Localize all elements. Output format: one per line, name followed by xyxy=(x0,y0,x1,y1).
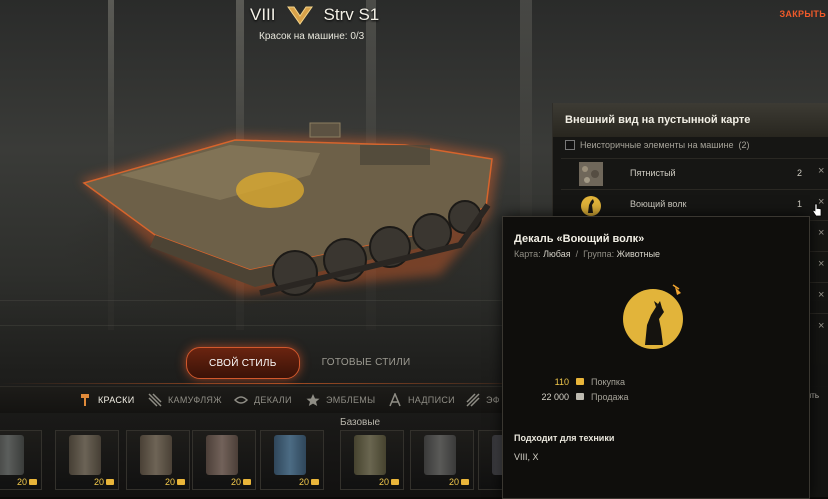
panel-title: Внешний вид на пустынной карте xyxy=(553,103,828,137)
list-item[interactable]: Пятнистый 2 × xyxy=(561,158,828,189)
paint-swatch[interactable]: 20 xyxy=(340,430,404,490)
category-label: ЭМБЛЕМЫ xyxy=(326,395,376,405)
camouflage-icon xyxy=(148,393,162,407)
paint-can-icon xyxy=(69,435,101,475)
category-emblems[interactable]: ЭМБЛЕМЫ xyxy=(306,387,375,413)
tab-own-style[interactable]: СВОЙ СТИЛЬ xyxy=(186,347,300,379)
remove-icon[interactable]: × xyxy=(818,289,824,301)
paint-swatch[interactable]: 20 xyxy=(0,430,42,490)
effects-icon xyxy=(466,393,480,407)
price-tag: 20 xyxy=(165,477,185,487)
paint-swatch[interactable]: 20 xyxy=(192,430,256,490)
paint-swatch[interactable]: 20 xyxy=(126,430,190,490)
price-tag: 20 xyxy=(231,477,251,487)
spotted-camo-icon xyxy=(579,162,603,186)
howling-wolf-icon xyxy=(623,284,683,349)
decal-tooltip: Декаль «Воющий волк» Карта: Любая / Груп… xyxy=(502,216,810,499)
howling-wolf-icon xyxy=(581,196,601,216)
buy-price: 110 xyxy=(554,377,569,387)
inscription-icon xyxy=(389,393,401,407)
category-label: КАМУФЛЯЖ xyxy=(168,395,222,405)
item-name: Воющий волк xyxy=(630,199,687,209)
tank-model[interactable] xyxy=(60,95,530,325)
credits-icon xyxy=(177,479,185,485)
hand-cursor-icon xyxy=(812,203,822,217)
silver-icon xyxy=(576,393,584,400)
fits-value: VIII, X xyxy=(514,452,539,462)
paint-swatch[interactable]: 20 xyxy=(55,430,119,490)
vehicle-title: VIII Strv S1 xyxy=(250,3,379,27)
credits-icon xyxy=(106,479,114,485)
item-count: 2 xyxy=(797,168,803,178)
premium-tier-icon xyxy=(286,6,313,25)
item-count: 1 xyxy=(797,199,803,209)
tooltip-subtitle: Карта: Любая / Группа: Животные xyxy=(514,249,661,259)
credits-icon xyxy=(311,479,319,485)
paint-can-icon xyxy=(354,435,386,475)
sell-price: 22 000 xyxy=(541,392,569,402)
credits-icon xyxy=(391,479,399,485)
decal-icon xyxy=(234,396,248,404)
glow-line xyxy=(0,383,560,384)
credits-icon xyxy=(461,479,469,485)
tooltip-title: Декаль «Воющий волк» xyxy=(514,233,645,245)
category-paints[interactable]: КРАСКИ xyxy=(78,387,134,413)
sell-price-row: 22 000 Продажа xyxy=(503,392,629,402)
remove-icon[interactable]: × xyxy=(818,227,824,239)
paint-roller-icon xyxy=(81,394,89,406)
remove-icon[interactable]: × xyxy=(818,165,824,177)
tab-ready-styles[interactable]: ГОТОВЫЕ СТИЛИ xyxy=(300,347,433,377)
category-decals[interactable]: ДЕКАЛИ xyxy=(234,387,292,413)
paint-swatch[interactable]: 20 xyxy=(410,430,474,490)
paint-swatch[interactable]: 20 xyxy=(260,430,324,490)
credits-icon xyxy=(243,479,251,485)
category-label: ЭФ xyxy=(486,395,500,405)
credits-icon xyxy=(29,479,37,485)
nonhistorical-toggle[interactable]: Неисторичные элементы на машине (2) xyxy=(565,140,750,150)
vehicle-name: Strv S1 xyxy=(323,5,380,24)
category-label: КРАСКИ xyxy=(98,395,135,405)
paint-status: Красок на машине: 0/3 xyxy=(259,31,365,42)
remove-icon[interactable]: × xyxy=(818,258,824,270)
paint-can-icon xyxy=(0,435,24,475)
category-inscriptions[interactable]: НАДПИСИ xyxy=(388,387,455,413)
paint-can-icon xyxy=(140,435,172,475)
paint-can-icon xyxy=(206,435,238,475)
price-tag: 20 xyxy=(299,477,319,487)
paint-can-icon xyxy=(424,435,456,475)
paint-can-icon xyxy=(274,435,306,475)
close-button[interactable]: ЗАКРЫТЬ xyxy=(779,9,826,19)
price-tag: 20 xyxy=(449,477,469,487)
buy-label: Покупка xyxy=(591,377,626,387)
tier-label: VIII xyxy=(250,5,276,24)
price-tag: 20 xyxy=(379,477,399,487)
buy-price-row: 110 Покупка xyxy=(503,377,625,387)
nonhistorical-count: (2) xyxy=(738,140,750,150)
category-label: НАДПИСИ xyxy=(408,395,455,405)
category-camouflage[interactable]: КАМУФЛЯЖ xyxy=(148,387,222,413)
remove-icon[interactable]: × xyxy=(818,320,824,332)
fits-title: Подходит для техники xyxy=(514,433,615,443)
category-label: ДЕКАЛИ xyxy=(254,395,292,405)
item-name: Пятнистый xyxy=(630,168,676,178)
nonhistorical-label: Неисторичные элементы на машине xyxy=(580,140,734,150)
category-effects[interactable]: ЭФ xyxy=(466,387,500,413)
star-emblem-icon xyxy=(306,394,320,406)
price-tag: 20 xyxy=(94,477,114,487)
credits-icon xyxy=(576,378,584,385)
price-tag: 20 xyxy=(17,477,37,487)
sell-label: Продажа xyxy=(591,392,629,402)
checkbox[interactable] xyxy=(565,140,575,150)
style-tabs: СВОЙ СТИЛЬ ГОТОВЫЕ СТИЛИ xyxy=(186,347,433,379)
group-title: Базовые xyxy=(340,417,381,428)
